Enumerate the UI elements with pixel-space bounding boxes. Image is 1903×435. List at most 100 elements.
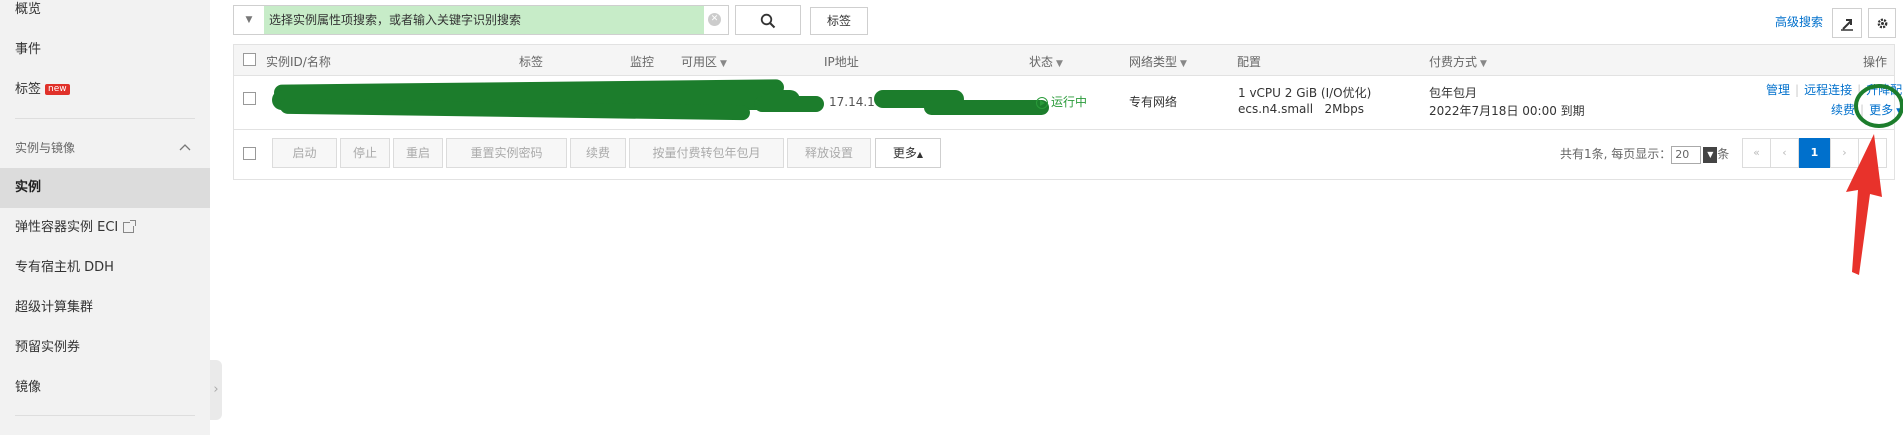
search-icon <box>760 13 776 28</box>
upgrade-link[interactable]: 升降配 <box>1866 83 1902 97</box>
chevron-up-icon[interactable] <box>178 128 192 168</box>
column-network-type[interactable]: 网络类型 ▼ <box>1129 53 1187 70</box>
caret-down-icon: ▼ <box>720 59 727 69</box>
restart-button[interactable]: 重启 <box>393 138 443 168</box>
column-billing[interactable]: 付费方式 ▼ <box>1429 53 1487 70</box>
column-zone[interactable]: 可用区 ▼ <box>681 53 727 70</box>
remote-connect-link[interactable]: 远程连接 <box>1804 83 1852 97</box>
table-row: 17.14.10 运行中 专有网络 1 vCPU 2 GiB (I/O优化) e… <box>234 75 1903 130</box>
more-actions-dropdown[interactable]: 更多 ▼ <box>1869 103 1903 117</box>
pagination-summary-text: 共有1条, 每页显示： <box>1560 147 1672 161</box>
page-size-value: 20 <box>1675 147 1690 161</box>
select-all-checkbox[interactable] <box>243 53 256 66</box>
column-status[interactable]: 状态 ▼ <box>1029 53 1063 70</box>
sidebar-item-reserved-instances[interactable]: 预留实例券 <box>0 328 210 368</box>
column-config: 配置 <box>1237 55 1262 69</box>
divider: | <box>1795 83 1800 97</box>
sidebar-item-instances[interactable]: 实例 <box>0 168 210 208</box>
page-size-select[interactable]: 20 <box>1671 145 1702 164</box>
sidebar-collapse-handle[interactable]: › <box>210 360 222 420</box>
row-actions: 管理 | 远程连接 | 升降配 <box>1766 81 1902 98</box>
prev-page-button[interactable]: ‹ <box>1770 138 1799 168</box>
last-page-button[interactable]: » <box>1858 138 1887 168</box>
sidebar-divider <box>15 415 195 416</box>
status-badge: 运行中 <box>1036 93 1087 110</box>
sidebar-item-scc[interactable]: 超级计算集群 <box>0 288 210 328</box>
more-button[interactable]: 更多▲ <box>875 138 941 168</box>
network-type: 专有网络 <box>1129 95 1178 109</box>
sidebar-divider <box>15 118 195 119</box>
caret-down-icon: ▼ <box>245 15 253 25</box>
column-tags: 标签 <box>519 55 544 69</box>
chevron-right-icon: › <box>213 382 219 397</box>
first-page-button[interactable]: « <box>1742 138 1771 168</box>
sidebar-item-images[interactable]: 镜像 <box>0 368 210 408</box>
row-actions-line2: 续费 | 更多 ▼ <box>1831 101 1903 118</box>
pagination-summary: 共有1条, 每页显示： 20 ▼ 条 <box>1560 145 1729 164</box>
caret-up-icon: ▲ <box>916 150 924 159</box>
clear-icon[interactable]: ✕ <box>708 13 721 26</box>
billing-type: 包年包月 <box>1429 86 1478 100</box>
advanced-search-link[interactable]: 高级搜索 <box>1775 13 1823 30</box>
sidebar-item-overview[interactable]: 概览 <box>0 0 210 30</box>
pagination-suffix: 条 <box>1717 147 1730 161</box>
caret-down-icon: ▼ <box>1480 59 1487 69</box>
settings-button[interactable] <box>1868 8 1896 38</box>
sidebar-item-label: 超级计算集群 <box>15 300 94 315</box>
sidebar-item-ddh[interactable]: 专有宿主机 DDH <box>0 248 210 288</box>
divider: | <box>1857 83 1862 97</box>
caret-down-icon[interactable]: ▼ <box>1703 146 1718 163</box>
start-button[interactable]: 启动 <box>272 138 337 168</box>
more-label: 更多 <box>1869 103 1894 117</box>
sidebar-item-label: 专有宿主机 DDH <box>15 260 114 275</box>
redaction-mark <box>754 96 824 112</box>
column-ip: IP地址 <box>824 55 859 69</box>
sidebar-item-label: 事件 <box>15 42 42 57</box>
renew-button[interactable]: 续费 <box>570 138 626 168</box>
sidebar-group-instances-images[interactable]: 实例与镜像 <box>0 128 210 168</box>
table-header: 实例ID/名称 标签 监控 可用区 ▼ IP地址 状态 ▼ 网络类型 ▼ 配置 付费方… <box>234 45 1894 76</box>
caret-down-icon: ▼ <box>1056 59 1063 69</box>
column-status-label: 状态 <box>1029 55 1054 69</box>
sidebar-item-label: 概览 <box>15 2 42 17</box>
column-billing-label: 付费方式 <box>1429 55 1478 69</box>
external-link-icon <box>123 220 137 233</box>
reset-password-button[interactable]: 重置实例密码 <box>446 138 567 168</box>
instance-table: 实例ID/名称 标签 监控 可用区 ▼ IP地址 状态 ▼ 网络类型 ▼ 配置 付费方… <box>233 44 1903 180</box>
sidebar-item-eci[interactable]: 弹性容器实例 ECI <box>0 208 210 248</box>
convert-to-subscription-button[interactable]: 按量付费转包年包月 <box>629 138 784 168</box>
page-1-button[interactable]: 1 <box>1799 138 1830 168</box>
manage-link[interactable]: 管理 <box>1766 83 1790 97</box>
sidebar: 概览 事件 标签 new 实例与镜像 实例 弹性容器实例 ECI 专有宿主机 DD… <box>0 0 210 435</box>
stop-button[interactable]: 停止 <box>340 138 390 168</box>
search-filter-dropdown[interactable]: ▼ <box>234 6 264 34</box>
expiry-date: 2022年7月18日 00:00 到期 <box>1429 104 1585 118</box>
status-text: 运行中 <box>1051 95 1088 109</box>
search-button[interactable] <box>735 5 801 35</box>
sidebar-item-events[interactable]: 事件 <box>0 30 210 70</box>
search-input[interactable] <box>264 6 704 34</box>
export-button[interactable] <box>1832 8 1862 38</box>
sidebar-item-label: 预留实例券 <box>15 340 81 355</box>
export-icon <box>1841 18 1853 31</box>
batch-toolbar: 启动 停止 重启 重置实例密码 续费 按量付费转包年包月 释放设置 更多▲ 共有… <box>234 130 1894 180</box>
gear-icon <box>1877 18 1887 29</box>
column-zone-label: 可用区 <box>681 55 718 69</box>
new-badge: new <box>45 84 70 95</box>
caret-down-icon: ▼ <box>1180 59 1187 69</box>
sidebar-item-label: 镜像 <box>15 380 42 395</box>
column-monitoring: 监控 <box>630 55 655 69</box>
select-all-checkbox-bottom[interactable] <box>243 147 256 160</box>
row-checkbox[interactable] <box>243 92 256 105</box>
sidebar-group-label: 实例与镜像 <box>15 141 76 155</box>
renew-link[interactable]: 续费 <box>1831 103 1855 117</box>
caret-down-icon: ▼ <box>1896 107 1903 117</box>
search-box: ▼ ✕ <box>233 5 729 35</box>
running-icon <box>1036 96 1048 109</box>
tag-button[interactable]: 标签 <box>810 7 868 35</box>
column-instance-id: 实例ID/名称 <box>266 55 331 69</box>
next-page-button[interactable]: › <box>1830 138 1859 168</box>
sidebar-item-tags[interactable]: 标签 new <box>0 70 210 110</box>
release-settings-button[interactable]: 释放设置 <box>787 138 871 168</box>
column-network-type-label: 网络类型 <box>1129 55 1178 69</box>
